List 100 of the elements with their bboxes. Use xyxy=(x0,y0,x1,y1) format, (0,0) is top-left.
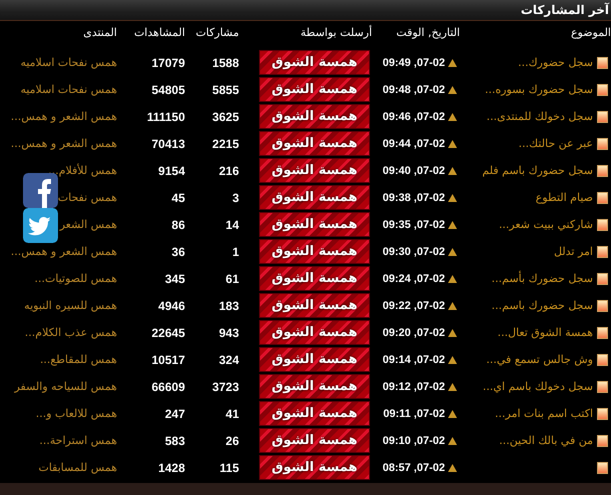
triangle-icon[interactable] xyxy=(448,194,457,202)
topic-link[interactable]: صيام التطوع xyxy=(536,191,593,204)
view-count: 1428 xyxy=(157,460,186,476)
triangle-icon[interactable] xyxy=(448,302,457,310)
forum-link[interactable]: همس للسياحه والسفر xyxy=(14,380,117,393)
post-count: 14 xyxy=(224,216,240,234)
triangle-icon[interactable] xyxy=(448,220,457,228)
twitter-icon[interactable] xyxy=(23,208,58,243)
triangle-icon[interactable] xyxy=(448,356,457,364)
view-count: 10517 xyxy=(150,352,186,368)
triangle-icon[interactable] xyxy=(448,274,457,282)
topic-link[interactable]: سجل دخولك باسم اي... xyxy=(482,380,593,393)
triangle-icon[interactable] xyxy=(448,58,457,66)
triangle-icon[interactable] xyxy=(448,248,457,256)
username-banner[interactable]: همسة الشوق xyxy=(259,401,370,426)
topic-link[interactable]: اكتب اسم بنات امر... xyxy=(494,407,593,420)
post-count: 1 xyxy=(231,244,240,260)
column-header: الموضوع xyxy=(570,25,611,41)
topic-link[interactable]: سجل حضورك باسم... xyxy=(492,299,593,312)
date-time: 07-02, 09:40 xyxy=(382,164,445,176)
username-banner[interactable]: همسة الشوق xyxy=(259,158,370,183)
post-count: 115 xyxy=(218,460,240,476)
forum-link[interactable]: همس للمقاطع... xyxy=(40,353,117,366)
forum-link[interactable]: همس للسيره النبويه xyxy=(24,299,117,312)
username-banner[interactable]: همسة الشوق xyxy=(259,428,370,453)
date-time: 07-02, 09:46 xyxy=(382,110,445,122)
folder-icon xyxy=(597,192,608,204)
triangle-icon[interactable] xyxy=(448,140,457,148)
view-count: 45 xyxy=(170,190,186,206)
topic-link[interactable]: سجل حضورك باسم فلم xyxy=(482,164,593,177)
date-time: 07-02, 09:14 xyxy=(382,354,445,366)
triangle-icon[interactable] xyxy=(448,436,457,444)
topic-link[interactable]: همسة الشوق تعال... xyxy=(497,326,593,339)
column-header: مشاركات xyxy=(197,25,240,41)
topic-link[interactable]: عبر عن حالتك... xyxy=(518,137,593,150)
forum-link[interactable]: همس للالعاب و... xyxy=(36,407,117,420)
date-time: 07-02, 09:20 xyxy=(382,326,445,338)
post-count: 26 xyxy=(224,432,240,450)
view-count: 9154 xyxy=(157,162,186,180)
date-time: 07-02, 09:38 xyxy=(382,192,445,204)
triangle-icon[interactable] xyxy=(448,382,457,390)
username-banner[interactable]: همسة الشوق xyxy=(259,131,370,156)
topic-link[interactable]: سجل حضورك بأسم... xyxy=(492,272,593,285)
column-header: أرسلت بواسطة xyxy=(300,24,372,41)
post-count: 5855 xyxy=(211,82,240,98)
post-count: 183 xyxy=(218,298,240,314)
triangle-icon[interactable] xyxy=(448,112,457,120)
triangle-icon[interactable] xyxy=(448,166,457,174)
date-time: 07-02, 09:11 xyxy=(383,408,445,420)
username-banner[interactable]: همسة الشوق xyxy=(259,266,370,291)
username-banner[interactable]: همسة الشوق xyxy=(259,374,370,399)
date-time: 07-02, 09:30 xyxy=(382,246,445,258)
folder-icon xyxy=(597,326,608,338)
forum-link[interactable]: همس الشعر و همس... xyxy=(10,245,117,258)
forum-link[interactable]: همس للصوتيات... xyxy=(34,272,117,285)
view-count: 247 xyxy=(164,406,186,422)
topic-link[interactable]: من في بالك الحين... xyxy=(499,434,593,447)
triangle-icon[interactable] xyxy=(448,464,457,472)
topic-link[interactable]: امر تدلل xyxy=(554,245,593,258)
username-banner[interactable]: همسة الشوق xyxy=(259,239,370,264)
triangle-icon[interactable] xyxy=(448,86,457,94)
username-banner[interactable]: همسة الشوق xyxy=(259,77,370,102)
forum-link[interactable]: همس الشعر xyxy=(60,218,117,231)
username-banner[interactable]: همسة الشوق xyxy=(259,455,370,480)
date-time: 07-02, 09:49 xyxy=(382,56,445,68)
forum-link[interactable]: همس نفحات اسلاميه xyxy=(20,56,117,69)
column-header: المنتدى xyxy=(82,25,118,41)
topic-link[interactable]: وش جالس تسمع في... xyxy=(486,353,593,366)
username-banner[interactable]: همسة الشوق xyxy=(259,212,370,237)
username-banner[interactable]: همسة الشوق xyxy=(259,320,370,345)
forum-link[interactable]: همس للأفلام... xyxy=(48,164,117,177)
forum-link[interactable]: همس للمسابقات xyxy=(38,461,117,474)
forum-link[interactable]: همس الشعر و همس... xyxy=(10,137,117,150)
forum-link[interactable]: همس استراحة... xyxy=(39,434,117,447)
username-banner[interactable]: همسة الشوق xyxy=(259,185,370,210)
forum-link[interactable]: همس الشعر و همس... xyxy=(10,110,117,123)
triangle-icon[interactable] xyxy=(448,328,457,336)
topic-link[interactable]: سجل دخولك للمنتدى... xyxy=(486,110,593,123)
post-count: 2215 xyxy=(211,136,240,152)
forum-link[interactable]: همس نفحات xyxy=(58,191,117,204)
date-time: 07-02, 09:35 xyxy=(382,218,445,230)
post-count: 41 xyxy=(224,406,240,422)
view-count: 4946 xyxy=(157,298,186,314)
forum-link[interactable]: همس نفحات اسلاميه xyxy=(20,83,117,96)
folder-icon xyxy=(597,408,608,420)
date-time: 07-02, 09:44 xyxy=(382,138,445,150)
triangle-icon[interactable] xyxy=(448,410,457,418)
view-count: 54805 xyxy=(150,82,186,98)
username-banner[interactable]: همسة الشوق xyxy=(259,347,370,372)
topic-link[interactable]: سجل حضورك... xyxy=(518,56,593,69)
topic-link[interactable]: شاركني ببيت شعر... xyxy=(498,218,593,231)
topic-link[interactable]: سجل حضورك بسوره... xyxy=(484,83,593,96)
username-banner[interactable]: همسة الشوق xyxy=(259,104,370,129)
folder-icon xyxy=(597,56,608,68)
forum-link[interactable]: همس عذب الكلام... xyxy=(24,326,117,339)
post-count: 216 xyxy=(218,162,240,180)
username-banner[interactable]: همسة الشوق xyxy=(259,50,370,75)
folder-icon xyxy=(597,164,608,176)
username-banner[interactable]: همسة الشوق xyxy=(259,293,370,318)
post-count: 1588 xyxy=(211,54,240,72)
